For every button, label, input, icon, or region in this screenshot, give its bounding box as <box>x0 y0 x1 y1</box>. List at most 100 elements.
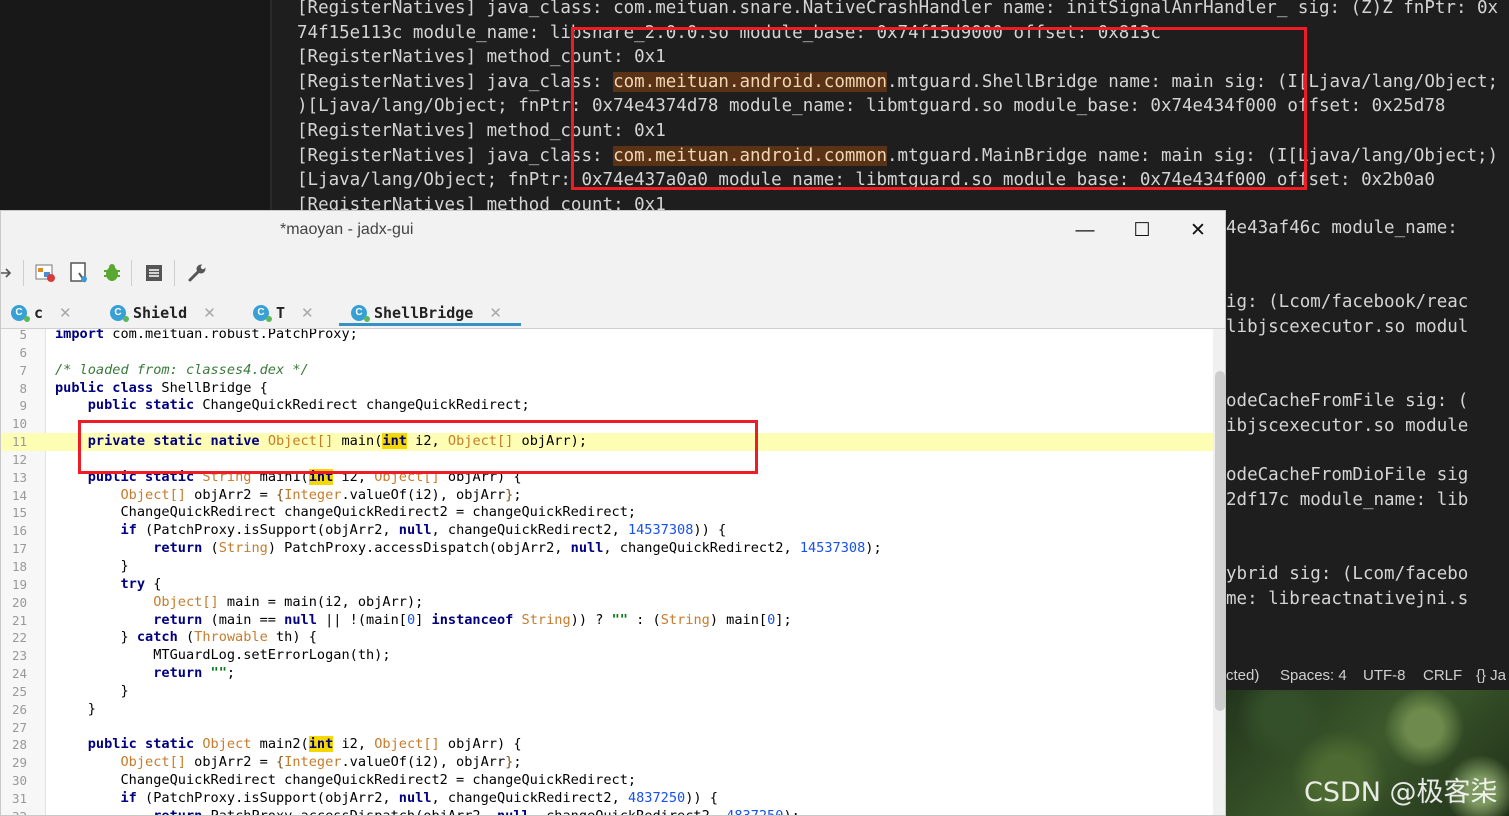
tab-label: c <box>34 303 44 322</box>
tab-c[interactable]: C c ✕ <box>11 297 72 328</box>
code-token: 4837250 <box>627 789 686 806</box>
code-line[interactable]: 25 } <box>1 683 1213 701</box>
code-token: null <box>570 540 604 557</box>
code-line[interactable]: 5 import com.meituan.robust.PatchProxy; <box>1 329 1213 344</box>
status-indentation[interactable]: Spaces: 4 <box>1280 667 1347 684</box>
code-line[interactable]: 14 Object[] objArr2 = {Integer.valueOf(i… <box>1 487 1213 505</box>
code-token: objArr) { <box>439 736 522 753</box>
bookmark-search-icon[interactable] <box>66 260 92 286</box>
class-icon: C <box>351 304 370 322</box>
code-line[interactable]: 10 <box>1 415 1213 433</box>
code-token: i2, <box>406 433 448 450</box>
debug-bug-icon[interactable] <box>99 260 125 286</box>
code-token: Object[] <box>153 593 219 610</box>
code-line[interactable]: 29 Object[] objArr2 = {Integer.valueOf(i… <box>1 754 1213 772</box>
code-token: ChangeQuickRedirect changeQuickRedirect2… <box>55 772 637 789</box>
code-token: 4837250 <box>726 807 784 816</box>
terminal-text: .mtguard.MainBridge name: main sig: (I[L… <box>887 145 1499 166</box>
code-token: PatchProxy.accessDispatch(objArr2, <box>202 807 497 816</box>
code-line[interactable]: 31 if (PatchProxy.isSupport(objArr2, nul… <box>1 790 1213 808</box>
tab-close-icon[interactable]: ✕ <box>301 304 314 322</box>
line-number: 25 <box>11 683 27 699</box>
code-line[interactable]: 13 public static String main1(int i2, Ob… <box>1 468 1213 487</box>
code-token: "" <box>210 665 227 682</box>
tab-close-icon[interactable]: ✕ <box>203 304 216 322</box>
status-selection[interactable]: cted) <box>1226 667 1259 684</box>
line-number: 10 <box>11 416 27 432</box>
code-token: , changeQuickRedirect2, <box>431 522 628 539</box>
code-line[interactable]: 30 ChangeQuickRedirect changeQuickRedire… <box>1 772 1213 790</box>
code-line-current[interactable]: 11 private static native Object[] main(i… <box>1 433 1213 451</box>
tab-label: Shield <box>133 303 188 322</box>
code-line[interactable]: 16 if (PatchProxy.isSupport(objArr2, nul… <box>1 522 1213 540</box>
terminal-line: [RegisterNatives] method_count: 0x1 <box>297 119 1498 144</box>
code-token: private static native <box>87 433 260 450</box>
code-token: objArr2 = <box>185 754 276 771</box>
code-line[interactable]: 9 public static ChangeQuickRedirect chan… <box>1 397 1213 415</box>
code-line[interactable]: 15 ChangeQuickRedirect changeQuickRedire… <box>1 504 1213 522</box>
code-line[interactable]: 23 MTGuardLog.setErrorLogan(th); <box>1 647 1213 665</box>
code-token: return <box>153 665 203 682</box>
class-hierarchy-icon[interactable] <box>32 260 58 286</box>
code-line[interactable]: 22 } catch (Throwable th) { <box>1 629 1213 647</box>
terminal-line: ibjscexecutor.so module <box>1226 416 1469 436</box>
wrench-settings-icon[interactable] <box>184 260 210 286</box>
code-line[interactable]: 17 return (String) PatchProxy.accessDisp… <box>1 540 1213 558</box>
status-line-ending[interactable]: CRLF <box>1423 667 1462 684</box>
tab-shield[interactable]: C Shield ✕ <box>110 297 216 328</box>
highlighted-token: int <box>308 736 334 753</box>
code-token: ]; <box>775 611 792 628</box>
tab-close-icon[interactable]: ✕ <box>489 304 502 322</box>
code-line[interactable]: 20 Object[] main = main(i2, objArr); <box>1 594 1213 612</box>
code-text: ChangeQuickRedirect changeQuickRedirect2… <box>55 772 636 790</box>
code-line[interactable]: 28 public static Object main2(int i2, Ob… <box>1 736 1213 754</box>
code-line[interactable]: 12 <box>1 451 1213 469</box>
minimize-button[interactable]: — <box>1070 217 1100 245</box>
code-line[interactable]: 6 <box>1 344 1213 362</box>
code-line[interactable]: 7 /* loaded from: classes4.dex */ <box>1 362 1213 380</box>
tab-close-icon[interactable]: ✕ <box>59 304 72 322</box>
code-line[interactable]: 24 return ""; <box>1 665 1213 683</box>
code-token: return <box>153 807 203 816</box>
terminal-line: [RegisterNatives] java_class: com.meitua… <box>297 0 1498 21</box>
code-line[interactable]: 21 return (main == null || !(main[0] ins… <box>1 612 1213 630</box>
code-token: { <box>145 575 162 592</box>
code-token: .valueOf(i2), objArr <box>341 486 506 503</box>
terminal-line: odeCacheFromFile sig: ( <box>1226 391 1469 411</box>
toolbar-separator <box>23 260 24 286</box>
tab-t[interactable]: C T ✕ <box>253 297 314 328</box>
code-token: } <box>55 557 129 574</box>
code-token: String <box>202 468 252 485</box>
log-viewer-icon[interactable] <box>141 260 167 286</box>
forward-arrow-icon[interactable] <box>1 260 19 286</box>
code-text: Object[] objArr2 = {Integer.valueOf(i2),… <box>55 754 521 772</box>
code-line[interactable]: 27 <box>1 719 1213 737</box>
code-text: ChangeQuickRedirect changeQuickRedirect2… <box>55 504 636 522</box>
maximize-button[interactable]: ☐ <box>1127 217 1157 245</box>
line-number: 18 <box>11 558 27 574</box>
code-editor[interactable]: 5 import com.meituan.robust.PatchProxy; 6 7… <box>1 329 1213 816</box>
status-encoding[interactable]: UTF-8 <box>1363 667 1406 684</box>
code-line[interactable]: 19 try { <box>1 576 1213 594</box>
code-token: 14537308 <box>799 540 866 557</box>
code-line[interactable]: 8 public class ShellBridge { <box>1 380 1213 398</box>
code-line[interactable]: 32 return PatchProxy.accessDispatch(objA… <box>1 807 1213 816</box>
close-button[interactable]: ✕ <box>1183 217 1213 245</box>
code-text: } <box>55 701 96 719</box>
line-number: 7 <box>19 362 27 378</box>
code-line[interactable]: 26 } <box>1 701 1213 719</box>
code-token: ) PatchProxy.accessDispatch(objArr2, <box>267 540 571 557</box>
code-token: main2( <box>251 736 309 753</box>
scrollbar-thumb[interactable] <box>1215 371 1225 711</box>
code-line[interactable]: 18 } <box>1 558 1213 576</box>
code-token: Object[] <box>120 486 186 503</box>
title-bar[interactable]: *maoyan - jadx-gui — ☐ ✕ <box>1 211 1225 251</box>
status-language[interactable]: {} Ja <box>1476 667 1506 684</box>
editor-tabs: C c ✕ C Shield ✕ C T ✕ C ShellBridge ✕ <box>1 297 1225 329</box>
line-number: 15 <box>11 505 27 521</box>
